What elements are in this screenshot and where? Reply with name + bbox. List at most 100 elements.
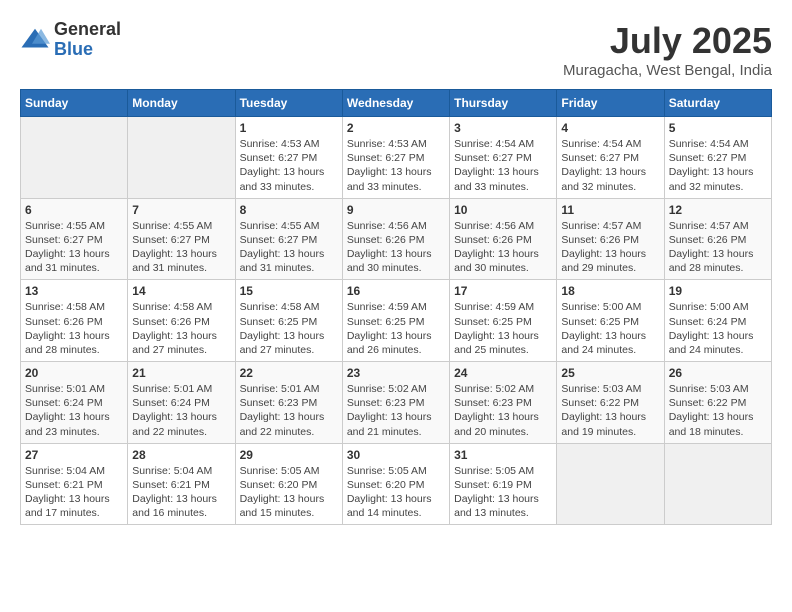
day-number: 24 xyxy=(454,366,552,380)
calendar-cell: 17Sunrise: 4:59 AMSunset: 6:25 PMDayligh… xyxy=(450,280,557,362)
day-number: 20 xyxy=(25,366,123,380)
weekday-header: Thursday xyxy=(450,90,557,117)
day-number: 18 xyxy=(561,284,659,298)
day-info: Sunrise: 5:00 AMSunset: 6:25 PMDaylight:… xyxy=(561,300,659,357)
day-number: 10 xyxy=(454,203,552,217)
day-info: Sunrise: 4:56 AMSunset: 6:26 PMDaylight:… xyxy=(347,219,445,276)
calendar-cell: 9Sunrise: 4:56 AMSunset: 6:26 PMDaylight… xyxy=(342,198,449,280)
weekday-header: Saturday xyxy=(664,90,771,117)
calendar-cell: 22 Sunrise: 5:01 AMSunset: 6:23 PMDayligh… xyxy=(235,362,342,444)
calendar-cell: 18 Sunrise: 5:00 AMSunset: 6:25 PMDayligh… xyxy=(557,280,664,362)
day-info: Sunrise: 4:55 AMSunset: 6:27 PMDaylight:… xyxy=(240,219,338,276)
day-info: Sunrise: 4:53 AMSunset: 6:27 PMDaylight:… xyxy=(347,137,445,194)
calendar-cell: 11 Sunrise: 4:57 AMSunset: 6:26 PMDayligh… xyxy=(557,198,664,280)
day-number: 22 xyxy=(240,366,338,380)
calendar-week-row: 27Sunrise: 5:04 AMSunset: 6:21 PMDayligh… xyxy=(21,443,772,525)
calendar-cell: 13Sunrise: 4:58 AMSunset: 6:26 PMDayligh… xyxy=(21,280,128,362)
day-info: Sunrise: 5:03 AMSunset: 6:22 PMDaylight:… xyxy=(669,382,767,439)
calendar-cell: 26 Sunrise: 5:03 AMSunset: 6:22 PMDayligh… xyxy=(664,362,771,444)
calendar-cell: 24Sunrise: 5:02 AMSunset: 6:23 PMDayligh… xyxy=(450,362,557,444)
calendar-cell xyxy=(557,443,664,525)
day-number: 26 xyxy=(669,366,767,380)
day-info: Sunrise: 5:05 AMSunset: 6:20 PMDaylight:… xyxy=(347,464,445,521)
day-number: 15 xyxy=(240,284,338,298)
weekday-header: Tuesday xyxy=(235,90,342,117)
calendar-cell: 5 Sunrise: 4:54 AMSunset: 6:27 PMDaylight… xyxy=(664,117,771,199)
calendar-cell: 15 Sunrise: 4:58 AMSunset: 6:25 PMDayligh… xyxy=(235,280,342,362)
day-info: Sunrise: 4:54 AMSunset: 6:27 PMDaylight:… xyxy=(669,137,767,194)
location: Muragacha, West Bengal, India xyxy=(563,62,772,79)
calendar-week-row: 6Sunrise: 4:55 AMSunset: 6:27 PMDaylight… xyxy=(21,198,772,280)
day-number: 16 xyxy=(347,284,445,298)
logo: General Blue xyxy=(20,20,121,60)
day-number: 23 xyxy=(347,366,445,380)
day-info: Sunrise: 5:01 AMSunset: 6:23 PMDaylight:… xyxy=(240,382,338,439)
calendar-cell: 16 Sunrise: 4:59 AMSunset: 6:25 PMDayligh… xyxy=(342,280,449,362)
calendar-cell: 1 Sunrise: 4:53 AMSunset: 6:27 PMDaylight… xyxy=(235,117,342,199)
weekday-header: Friday xyxy=(557,90,664,117)
day-info: Sunrise: 4:59 AMSunset: 6:25 PMDaylight:… xyxy=(454,300,552,357)
calendar-week-row: 20 Sunrise: 5:01 AMSunset: 6:24 PMDayligh… xyxy=(21,362,772,444)
weekday-header: Wednesday xyxy=(342,90,449,117)
calendar-table: SundayMondayTuesdayWednesdayThursdayFrid… xyxy=(20,89,772,525)
calendar-cell: 28Sunrise: 5:04 AMSunset: 6:21 PMDayligh… xyxy=(128,443,235,525)
calendar-cell: 4 Sunrise: 4:54 AMSunset: 6:27 PMDaylight… xyxy=(557,117,664,199)
calendar-cell: 6Sunrise: 4:55 AMSunset: 6:27 PMDaylight… xyxy=(21,198,128,280)
day-info: Sunrise: 4:58 AMSunset: 6:25 PMDaylight:… xyxy=(240,300,338,357)
calendar-cell: 7Sunrise: 4:55 AMSunset: 6:27 PMDaylight… xyxy=(128,198,235,280)
calendar-cell: 23 Sunrise: 5:02 AMSunset: 6:23 PMDayligh… xyxy=(342,362,449,444)
calendar-cell: 10 Sunrise: 4:56 AMSunset: 6:26 PMDayligh… xyxy=(450,198,557,280)
day-number: 19 xyxy=(669,284,767,298)
day-info: Sunrise: 4:58 AMSunset: 6:26 PMDaylight:… xyxy=(132,300,230,357)
logo-text: General Blue xyxy=(54,20,121,60)
day-info: Sunrise: 5:01 AMSunset: 6:24 PMDaylight:… xyxy=(25,382,123,439)
day-number: 25 xyxy=(561,366,659,380)
month-title: July 2025 xyxy=(563,20,772,62)
logo-icon xyxy=(20,25,50,55)
day-info: Sunrise: 5:02 AMSunset: 6:23 PMDaylight:… xyxy=(347,382,445,439)
day-info: Sunrise: 4:59 AMSunset: 6:25 PMDaylight:… xyxy=(347,300,445,357)
day-info: Sunrise: 4:53 AMSunset: 6:27 PMDaylight:… xyxy=(240,137,338,194)
day-info: Sunrise: 5:04 AMSunset: 6:21 PMDaylight:… xyxy=(25,464,123,521)
calendar-cell: 14Sunrise: 4:58 AMSunset: 6:26 PMDayligh… xyxy=(128,280,235,362)
calendar-cell: 8 Sunrise: 4:55 AMSunset: 6:27 PMDaylight… xyxy=(235,198,342,280)
day-number: 12 xyxy=(669,203,767,217)
calendar-cell: 30 Sunrise: 5:05 AMSunset: 6:20 PMDayligh… xyxy=(342,443,449,525)
calendar-cell: 12 Sunrise: 4:57 AMSunset: 6:26 PMDayligh… xyxy=(664,198,771,280)
calendar-cell: 3 Sunrise: 4:54 AMSunset: 6:27 PMDaylight… xyxy=(450,117,557,199)
calendar-cell: 2 Sunrise: 4:53 AMSunset: 6:27 PMDaylight… xyxy=(342,117,449,199)
calendar-cell xyxy=(664,443,771,525)
day-number: 4 xyxy=(561,121,659,135)
day-info: Sunrise: 4:57 AMSunset: 6:26 PMDaylight:… xyxy=(561,219,659,276)
calendar-cell: 27Sunrise: 5:04 AMSunset: 6:21 PMDayligh… xyxy=(21,443,128,525)
day-number: 31 xyxy=(454,448,552,462)
day-number: 13 xyxy=(25,284,123,298)
logo-blue: Blue xyxy=(54,40,121,60)
day-number: 21 xyxy=(132,366,230,380)
calendar-cell: 19 Sunrise: 5:00 AMSunset: 6:24 PMDayligh… xyxy=(664,280,771,362)
day-number: 30 xyxy=(347,448,445,462)
calendar-cell: 20 Sunrise: 5:01 AMSunset: 6:24 PMDayligh… xyxy=(21,362,128,444)
weekday-header-row: SundayMondayTuesdayWednesdayThursdayFrid… xyxy=(21,90,772,117)
calendar-week-row: 1 Sunrise: 4:53 AMSunset: 6:27 PMDaylight… xyxy=(21,117,772,199)
day-number: 3 xyxy=(454,121,552,135)
day-info: Sunrise: 5:05 AMSunset: 6:19 PMDaylight:… xyxy=(454,464,552,521)
calendar-cell xyxy=(128,117,235,199)
logo-general: General xyxy=(54,20,121,40)
day-number: 11 xyxy=(561,203,659,217)
day-info: Sunrise: 4:54 AMSunset: 6:27 PMDaylight:… xyxy=(561,137,659,194)
day-info: Sunrise: 4:57 AMSunset: 6:26 PMDaylight:… xyxy=(669,219,767,276)
calendar-cell: 21Sunrise: 5:01 AMSunset: 6:24 PMDayligh… xyxy=(128,362,235,444)
day-number: 1 xyxy=(240,121,338,135)
day-number: 28 xyxy=(132,448,230,462)
day-info: Sunrise: 4:55 AMSunset: 6:27 PMDaylight:… xyxy=(132,219,230,276)
day-info: Sunrise: 5:00 AMSunset: 6:24 PMDaylight:… xyxy=(669,300,767,357)
calendar-cell xyxy=(21,117,128,199)
day-info: Sunrise: 4:56 AMSunset: 6:26 PMDaylight:… xyxy=(454,219,552,276)
day-number: 5 xyxy=(669,121,767,135)
day-info: Sunrise: 4:54 AMSunset: 6:27 PMDaylight:… xyxy=(454,137,552,194)
calendar-week-row: 13 Sunrise: 4:58 AMSunset: 6:26 PMDayligh… xyxy=(21,280,772,362)
day-number: 2 xyxy=(347,121,445,135)
day-number: 8 xyxy=(240,203,338,217)
calendar-cell: 25Sunrise: 5:03 AMSunset: 6:22 PMDayligh… xyxy=(557,362,664,444)
